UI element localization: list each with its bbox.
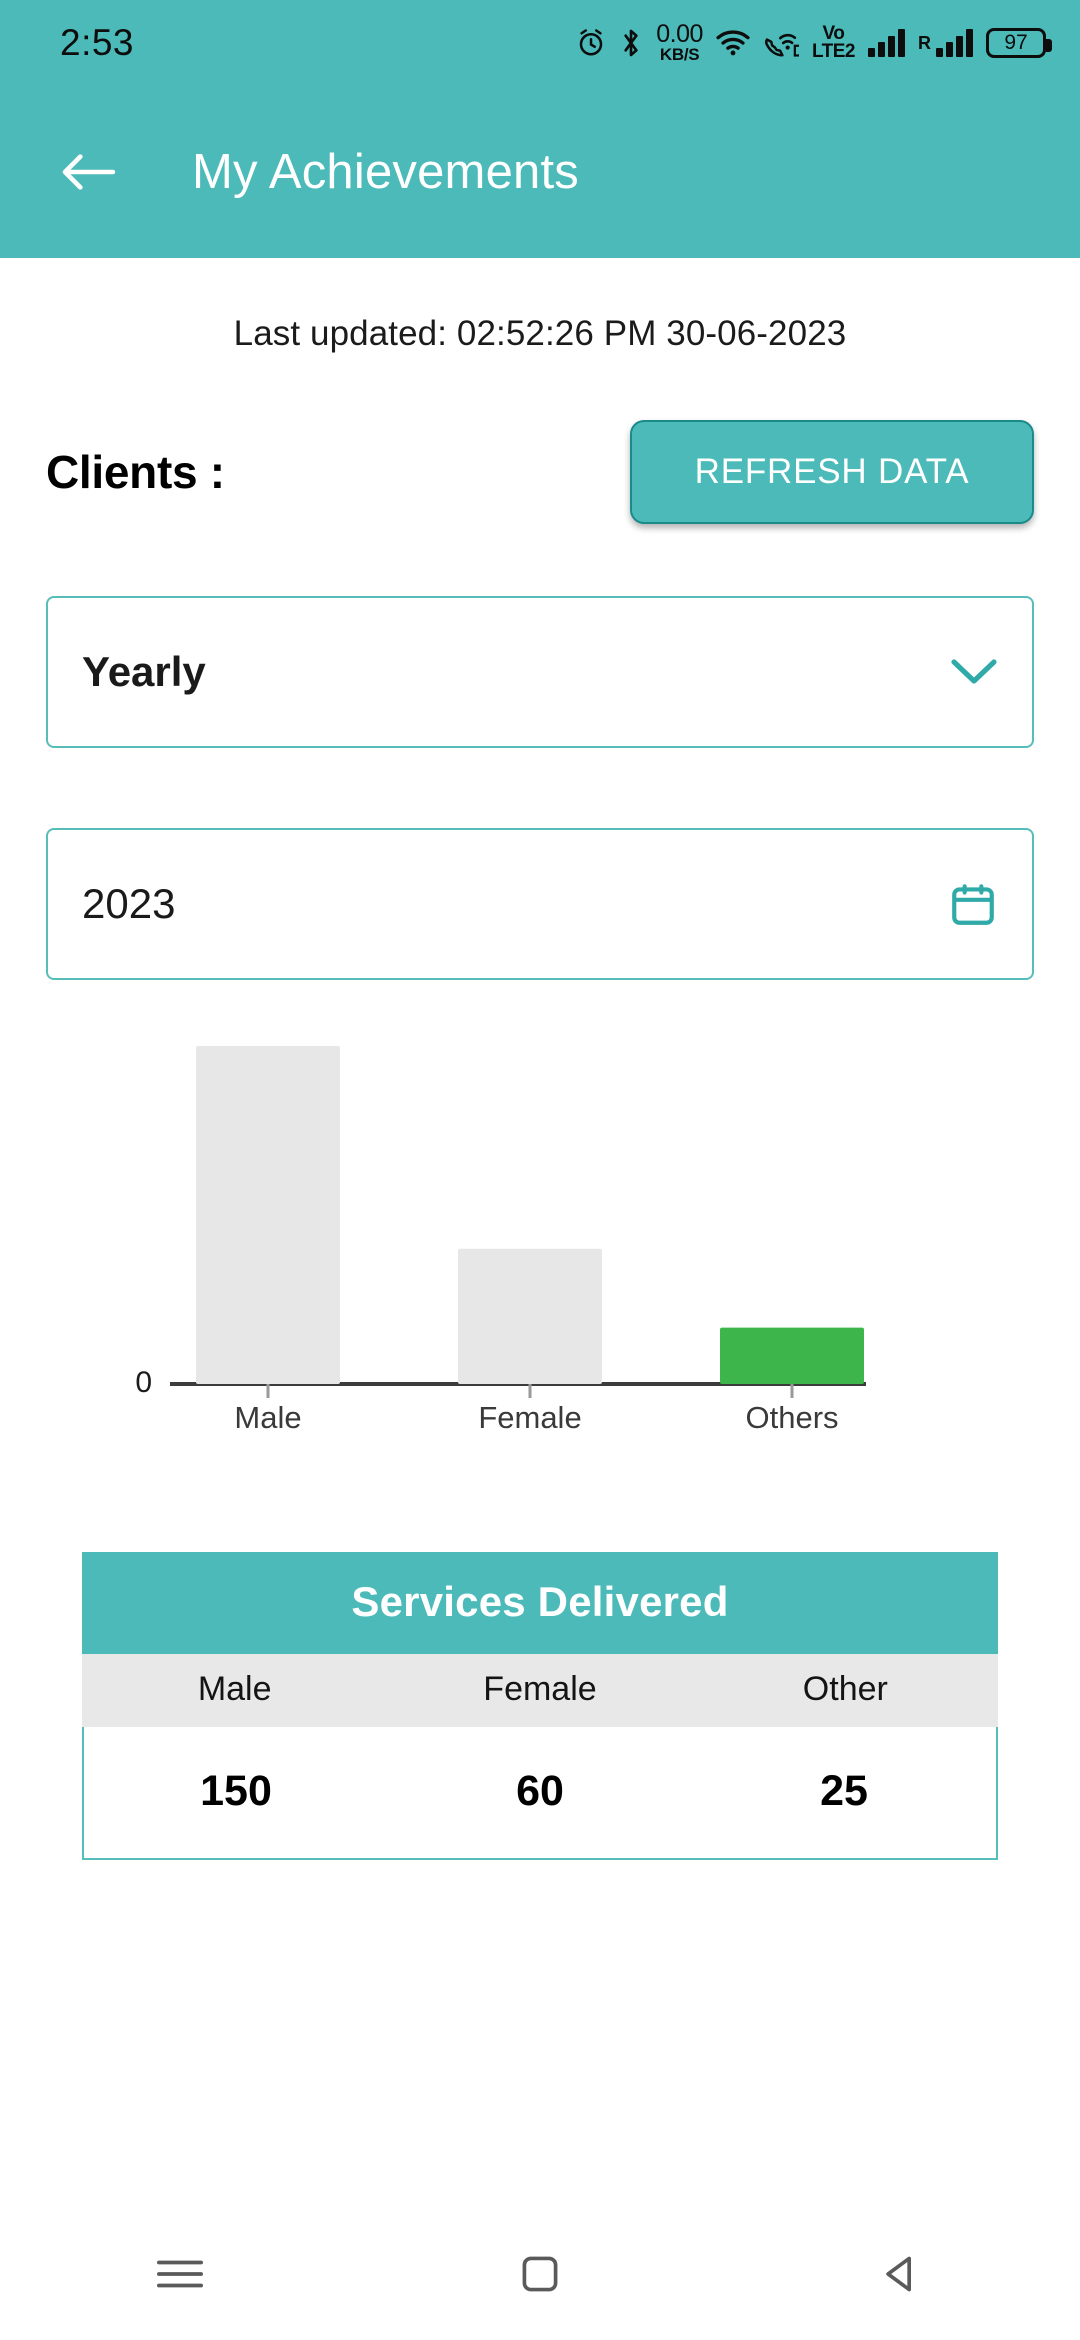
period-select-value: Yearly <box>82 648 206 695</box>
roaming-label: R <box>918 32 931 53</box>
status-bar: 2:53 0.00 KB/S Vo LTE2 R 97 <box>0 0 1080 86</box>
table-column-header: Other <box>802 1670 888 1708</box>
calendar-icon[interactable] <box>948 879 998 929</box>
roaming-signal-icon: R <box>918 29 973 57</box>
page-title: My Achievements <box>192 145 579 199</box>
alarm-icon <box>576 28 606 58</box>
chart-y-tick-label: 0 <box>135 1366 152 1399</box>
chart-category-label-others: Others <box>745 1400 838 1435</box>
network-speed-indicator: 0.00 KB/S <box>656 20 703 64</box>
period-select[interactable]: Yearly <box>46 596 1034 748</box>
table-title: Services Delivered <box>82 1552 998 1654</box>
back-nav-icon[interactable] <box>840 2234 960 2314</box>
network-speed-unit: KB/S <box>659 44 700 64</box>
year-field[interactable]: 2023 <box>46 828 1034 980</box>
roaming-signal-bars-icon <box>936 29 973 57</box>
volte-bottom-label: LTE2 <box>811 41 856 62</box>
bluetooth-icon <box>619 27 643 59</box>
back-arrow-icon[interactable] <box>56 140 120 204</box>
clients-header-row: Clients : REFRESH DATA <box>46 420 1034 524</box>
volte-icon: Vo LTE2 <box>811 24 856 62</box>
chart-category-label-male: Male <box>234 1400 301 1435</box>
year-field-value: 2023 <box>82 880 176 927</box>
app-bar: My Achievements <box>0 86 1080 258</box>
chart-bar-female <box>458 1248 602 1384</box>
chart-bar-male <box>196 1046 340 1384</box>
table-column-header: Female <box>483 1670 597 1708</box>
clients-bar-chart: 0 Male Female Others <box>46 1036 1034 1448</box>
wifi-icon <box>716 29 750 57</box>
chart-bar-others <box>720 1327 864 1384</box>
table-cell-male: 150 <box>200 1767 272 1815</box>
table-row: 150 60 25 <box>82 1727 998 1860</box>
table-column-header: Male <box>197 1670 272 1708</box>
table-cell-other: 25 <box>820 1767 868 1815</box>
clients-section-label: Clients : <box>46 446 225 498</box>
signal-bars-icon <box>868 29 905 57</box>
last-updated-text: Last updated: 02:52:26 PM 30-06-2023 <box>233 314 847 353</box>
status-bar-icons: 0.00 KB/S Vo LTE2 R 97 <box>576 20 1052 64</box>
recents-menu-icon[interactable] <box>120 2234 240 2314</box>
home-icon[interactable] <box>480 2234 600 2314</box>
android-navigation-bar <box>0 2208 1080 2340</box>
status-bar-clock: 2:53 <box>60 22 135 63</box>
chevron-down-icon[interactable] <box>950 657 998 687</box>
network-speed-value: 0.00 <box>656 20 703 49</box>
battery-percent-label: 97 <box>1004 31 1028 54</box>
main-content: Last updated: 02:52:26 PM 30-06-2023 Cli… <box>0 314 1080 1860</box>
battery-icon: 97 <box>986 28 1052 58</box>
chart-category-label-female: Female <box>478 1400 581 1435</box>
refresh-data-button[interactable]: REFRESH DATA <box>630 420 1034 524</box>
bar-chart-svg: 0 Male Female Others <box>135 1046 866 1435</box>
services-delivered-table: Services Delivered Male Female Other 150… <box>82 1552 998 1860</box>
table-cell-female: 60 <box>516 1767 564 1815</box>
vowifi-icon <box>763 28 799 58</box>
table-column-headers: Male Female Other <box>82 1654 998 1727</box>
